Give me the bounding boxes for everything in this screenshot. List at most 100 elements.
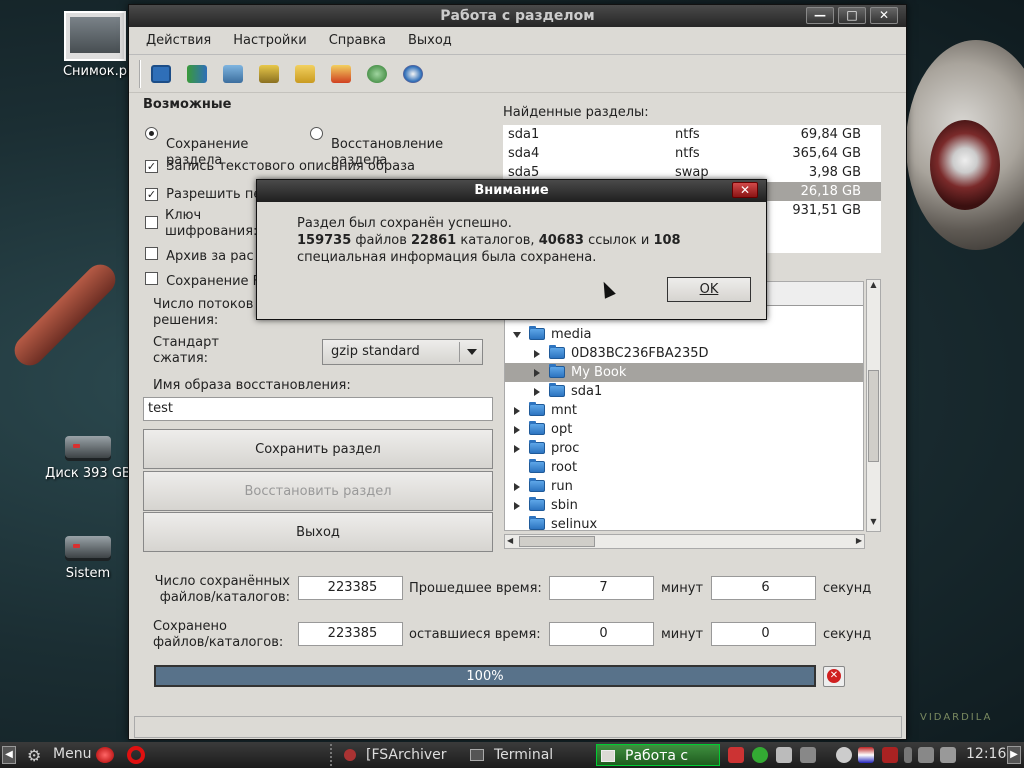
gear-icon[interactable]: ⚙ bbox=[27, 746, 41, 765]
check-archive[interactable]: Архив за рас bbox=[145, 247, 254, 264]
tree-row[interactable]: sbin bbox=[505, 496, 863, 515]
volume-icon[interactable] bbox=[918, 747, 934, 763]
taskbar-item-terminal[interactable]: Terminal bbox=[466, 744, 588, 766]
minimize-button[interactable]: — bbox=[806, 7, 834, 24]
image-name-input[interactable]: test bbox=[143, 397, 493, 421]
radio-selected[interactable] bbox=[145, 127, 158, 140]
checkbox-unchecked[interactable] bbox=[145, 247, 158, 260]
expander-open-icon[interactable] bbox=[513, 332, 521, 338]
expander-closed-icon[interactable] bbox=[534, 369, 540, 377]
expander-closed-icon[interactable] bbox=[514, 483, 520, 491]
scroll-thumb[interactable] bbox=[868, 370, 879, 462]
film-icon[interactable] bbox=[800, 747, 816, 763]
start-menu-button[interactable]: Menu bbox=[53, 746, 91, 762]
checkbox-checked[interactable]: ✓ bbox=[145, 160, 158, 173]
archive-icon[interactable] bbox=[223, 64, 243, 83]
lips-icon[interactable] bbox=[96, 747, 114, 763]
taskbar-scroll-right-icon[interactable]: ▶ bbox=[1007, 746, 1021, 764]
menu-settings[interactable]: Настройки bbox=[222, 33, 317, 48]
taskbar-item-partition-window[interactable]: Работа с ра... bbox=[596, 744, 720, 766]
folder-forward-icon[interactable] bbox=[295, 64, 315, 83]
tree-row[interactable]: media bbox=[505, 325, 863, 344]
tree-label: 0D83BC236FBA235D bbox=[571, 346, 709, 361]
help-icon[interactable] bbox=[403, 64, 423, 83]
tree-row[interactable]: root bbox=[505, 458, 863, 477]
bulb-icon[interactable] bbox=[836, 747, 852, 763]
ok-button[interactable]: OK bbox=[667, 277, 751, 302]
tree-row[interactable]: 0D83BC236FBA235D bbox=[505, 344, 863, 363]
restore-icon[interactable] bbox=[187, 64, 207, 83]
expander-closed-icon[interactable] bbox=[514, 407, 520, 415]
expander-closed-icon[interactable] bbox=[514, 445, 520, 453]
folder-delete-icon[interactable] bbox=[331, 64, 351, 83]
tree-row-selected[interactable]: My Book bbox=[505, 363, 863, 382]
folder-icon bbox=[529, 326, 545, 340]
restore-partition-button[interactable]: Восстановить раздел bbox=[143, 471, 493, 511]
menu-exit[interactable]: Выход bbox=[397, 33, 463, 48]
us-flag-icon[interactable] bbox=[858, 747, 874, 763]
checkbox-checked[interactable]: ✓ bbox=[145, 188, 158, 201]
expander-closed-icon[interactable] bbox=[534, 350, 540, 358]
minutes-label: минут bbox=[661, 581, 704, 596]
camera-icon[interactable] bbox=[728, 747, 744, 763]
tree-label: mnt bbox=[551, 403, 577, 418]
tree-row[interactable]: opt bbox=[505, 420, 863, 439]
tree-row[interactable]: run bbox=[505, 477, 863, 496]
save-partition-button[interactable]: Сохранить раздел bbox=[143, 429, 493, 469]
tree-row[interactable]: selinux bbox=[505, 515, 863, 530]
desktop-icon-sistem[interactable]: Sistem bbox=[33, 536, 143, 581]
dialog-close-button[interactable]: ✕ bbox=[732, 182, 758, 198]
expander-closed-icon[interactable] bbox=[514, 426, 520, 434]
checkbox-unchecked[interactable] bbox=[145, 272, 158, 285]
check-save-f[interactable]: Сохранение F bbox=[145, 272, 260, 289]
play-icon[interactable] bbox=[752, 747, 768, 763]
globe-icon[interactable] bbox=[367, 64, 387, 83]
clock[interactable]: 12:16 bbox=[966, 746, 1006, 762]
menu-help[interactable]: Справка bbox=[318, 33, 397, 48]
stored-count-label: Сохранено файлов/каталогов: bbox=[153, 619, 283, 651]
partition-size: 365,64 GB bbox=[792, 146, 861, 161]
exit-button[interactable]: Выход bbox=[143, 512, 493, 552]
check-encryption-key[interactable]: Ключ шифрования: bbox=[145, 208, 257, 240]
dialog-message-line: 159735 файлов 22861 каталогов, 40683 ссы… bbox=[297, 232, 681, 249]
check-allow[interactable]: ✓ Разрешить пе bbox=[145, 187, 261, 202]
tree-row[interactable]: proc bbox=[505, 439, 863, 458]
links-label: ссылок и bbox=[583, 233, 654, 248]
check-text-description[interactable]: ✓ Запись текстового описания образа bbox=[145, 159, 415, 174]
compression-select[interactable]: gzip standard bbox=[322, 339, 483, 365]
screenshot-file-icon[interactable] bbox=[64, 11, 126, 61]
scroll-right-icon[interactable]: ▶ bbox=[856, 536, 862, 545]
flag-icon[interactable] bbox=[882, 747, 898, 763]
partition-row[interactable]: sda1 ntfs 69,84 GB bbox=[503, 125, 881, 144]
scroll-thumb[interactable] bbox=[519, 536, 595, 547]
taskbar-scroll-left-icon[interactable]: ◀ bbox=[2, 746, 16, 764]
close-button[interactable]: ✕ bbox=[870, 7, 898, 24]
expander-closed-icon[interactable] bbox=[534, 388, 540, 396]
maximize-button[interactable]: □ bbox=[838, 7, 866, 24]
scroll-left-icon[interactable]: ◀ bbox=[507, 536, 513, 545]
taskbar-item-label: Работа с ра... bbox=[625, 748, 689, 764]
menu-actions[interactable]: Действия bbox=[135, 33, 222, 48]
scroll-down-icon[interactable]: ▼ bbox=[867, 517, 880, 531]
tree-vertical-scrollbar[interactable]: ▲ ▼ bbox=[866, 279, 881, 532]
checkbox-unchecked[interactable] bbox=[145, 216, 158, 229]
opera-icon[interactable] bbox=[127, 746, 145, 764]
scroll-up-icon[interactable]: ▲ bbox=[867, 280, 880, 294]
expander-closed-icon[interactable] bbox=[514, 502, 520, 510]
monitor-icon[interactable] bbox=[776, 747, 792, 763]
tree-row[interactable]: mnt bbox=[505, 401, 863, 420]
radio-unselected[interactable] bbox=[310, 127, 323, 140]
save-icon[interactable] bbox=[151, 64, 171, 83]
window-titlebar[interactable]: Работа с разделом — □ ✕ bbox=[129, 5, 906, 27]
partition-row[interactable]: sda4 ntfs 365,64 GB bbox=[503, 144, 881, 163]
tree-row[interactable]: sda1 bbox=[505, 382, 863, 401]
pin-icon[interactable] bbox=[904, 747, 912, 763]
tree-horizontal-scrollbar[interactable]: ◀ ▶ bbox=[504, 534, 865, 549]
dialog-titlebar[interactable]: Внимание ✕ bbox=[257, 180, 766, 202]
trash-icon[interactable] bbox=[940, 747, 956, 763]
elapsed-label: Прошедшее время: bbox=[409, 581, 542, 596]
taskbar-item-fsarchiver[interactable]: [FSArchiver ... bbox=[340, 744, 462, 766]
desktop-icon-disk[interactable]: Диск 393 GB bbox=[33, 436, 143, 481]
cancel-button[interactable]: ✕ bbox=[823, 666, 845, 687]
warning-icon[interactable] bbox=[259, 64, 279, 83]
